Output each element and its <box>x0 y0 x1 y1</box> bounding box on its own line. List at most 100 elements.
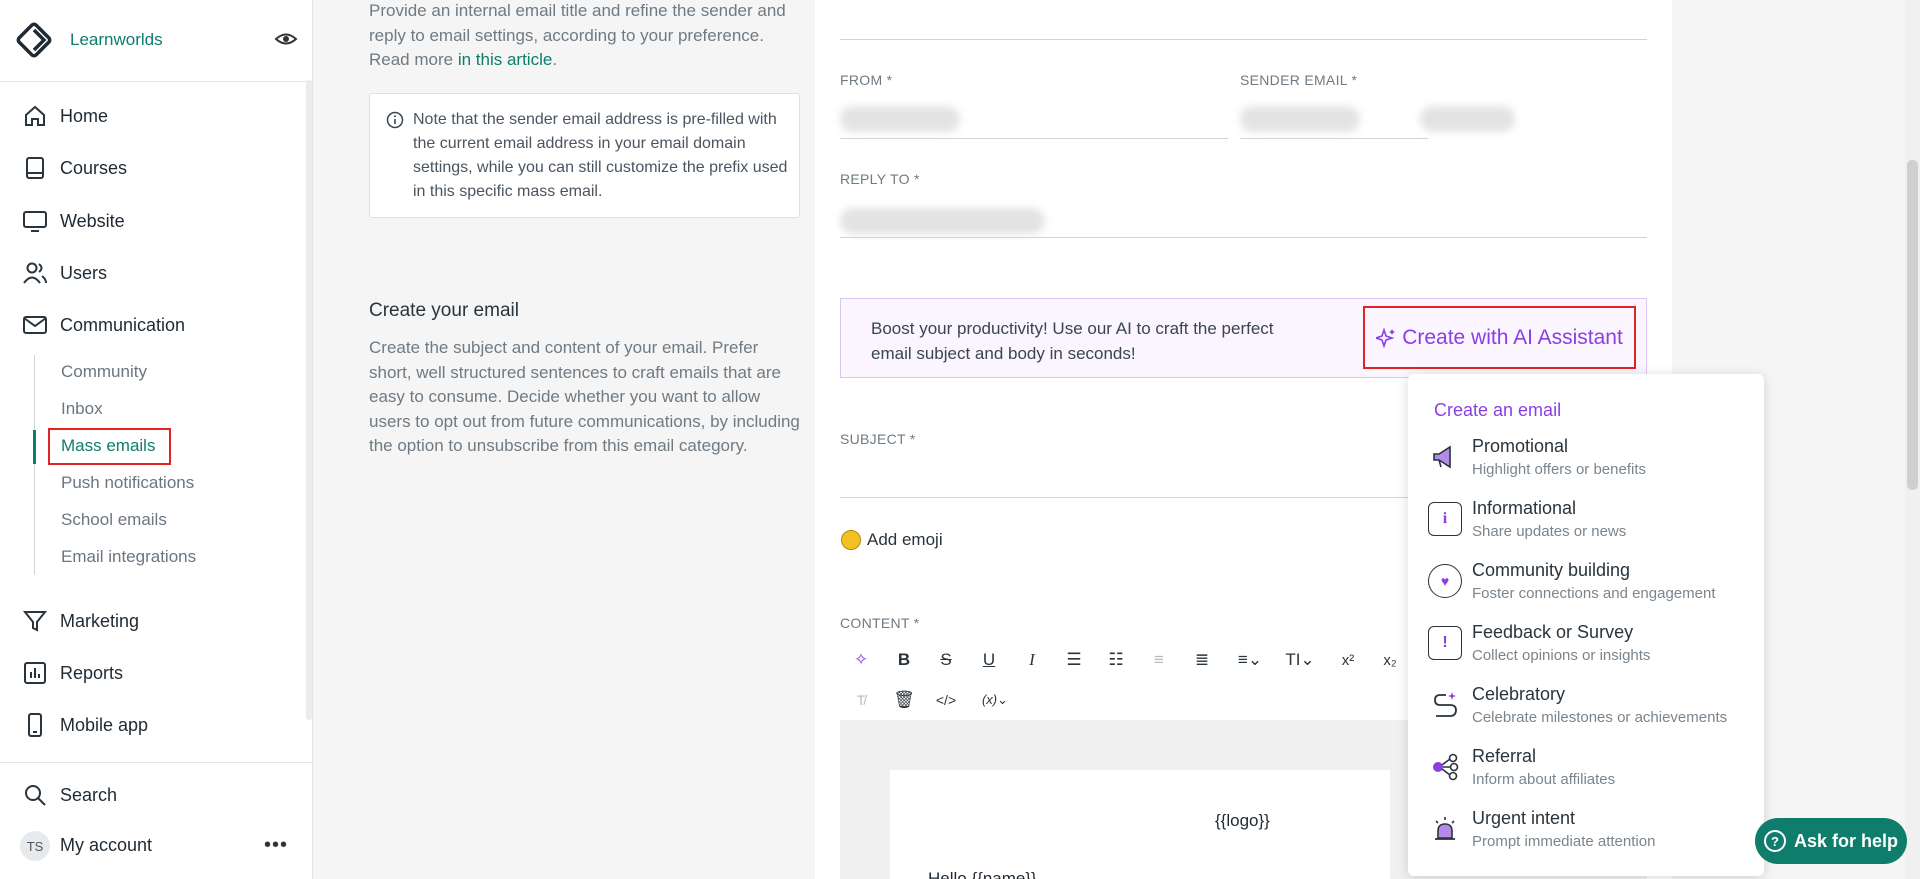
from-label: FROM * <box>840 72 893 88</box>
create-with-ai-button[interactable]: Create with AI Assistant <box>1363 306 1636 369</box>
intro-text: Provide an internal email title and refi… <box>369 0 804 73</box>
underline-icon[interactable]: U <box>975 647 1003 673</box>
sidebar-item-website[interactable]: Website <box>22 208 125 234</box>
code-icon[interactable]: </> <box>932 687 960 713</box>
dropdown-item-community-building[interactable]: ♥ Community building Foster connections … <box>1428 560 1748 616</box>
sidebar-divider <box>0 81 312 82</box>
page-scrollbar[interactable] <box>1907 160 1918 490</box>
superscript-icon[interactable]: x² <box>1334 647 1362 673</box>
dropdown-item-title: Celebratory <box>1472 684 1566 704</box>
content-label: CONTENT * <box>840 615 920 631</box>
indent-icon[interactable]: ≣ <box>1188 647 1216 673</box>
clear-format-icon[interactable]: T̸ <box>847 687 875 713</box>
mail-icon <box>23 316 47 334</box>
community-icon: ♥ <box>1428 564 1462 598</box>
reply-to-field[interactable] <box>840 237 1647 238</box>
sidebar-subitem-inbox[interactable]: Inbox <box>61 399 103 419</box>
strikethrough-icon[interactable]: S <box>932 647 960 673</box>
subject-label: SUBJECT * <box>840 431 916 447</box>
article-link[interactable]: in this article <box>458 50 552 69</box>
dropdown-item-celebratory[interactable]: Celebratory Celebrate milestones or achi… <box>1428 684 1748 740</box>
reply-to-value-blurred <box>840 208 1045 234</box>
dropdown-item-title: Community building <box>1472 560 1631 580</box>
sidebar-item-courses[interactable]: Courses <box>22 155 127 181</box>
info-screen-icon: i <box>1428 502 1462 536</box>
sender-email-field[interactable] <box>1240 138 1428 139</box>
sender-domain-blurred <box>1420 106 1515 132</box>
variable-dropdown-icon[interactable]: (x)⌄ <box>975 687 1015 713</box>
dropdown-item-promotional[interactable]: Promotional Highlight offers or benefits <box>1428 436 1748 492</box>
megaphone-icon <box>1428 440 1462 474</box>
users-icon <box>23 262 47 284</box>
dropdown-item-desc: Celebrate milestones or achievements <box>1472 709 1728 726</box>
subject-field[interactable] <box>840 497 1408 498</box>
dropdown-item-title: Promotional <box>1472 436 1569 456</box>
sidebar-item-label: Home <box>60 105 109 126</box>
bullet-list-icon[interactable]: ☰ <box>1060 647 1088 673</box>
learnworlds-logo-icon <box>16 22 52 58</box>
celebration-icon <box>1428 688 1462 722</box>
eye-icon[interactable] <box>274 30 298 48</box>
trash-icon[interactable]: 🗑 <box>890 687 918 713</box>
email-editor-page[interactable] <box>890 770 1390 879</box>
sidebar-divider <box>0 762 312 763</box>
create-email-dropdown: Create an email Promotional Highlight of… <box>1408 374 1764 876</box>
sidebar-item-home[interactable]: Home <box>22 103 108 129</box>
sidebar-scrollbar[interactable] <box>306 80 312 720</box>
ai-banner-text: Boost your productivity! Use our AI to c… <box>871 319 1274 363</box>
add-emoji-label: Add emoji <box>867 530 943 549</box>
ask-for-help-label: Ask for help <box>1793 830 1899 851</box>
create-with-ai-label: Create with AI Assistant <box>1402 325 1623 349</box>
submenu-line <box>34 355 35 575</box>
monitor-icon <box>23 211 47 232</box>
from-field[interactable] <box>840 138 1228 139</box>
brand[interactable]: Learnworlds <box>16 22 163 58</box>
sidebar-item-communication[interactable]: Communication <box>22 312 185 338</box>
search-icon <box>25 785 46 806</box>
dropdown-header: Create an email <box>1434 400 1562 420</box>
ask-for-help-button[interactable]: ? Ask for help <box>1755 818 1907 864</box>
sidebar-search[interactable]: Search <box>22 782 117 808</box>
subscript-icon[interactable]: x₂ <box>1376 647 1404 673</box>
dropdown-item-feedback-survey[interactable]: ! Feedback or Survey Collect opinions or… <box>1428 622 1748 678</box>
sidebar-subitem-push-notifications[interactable]: Push notifications <box>61 473 194 493</box>
avatar[interactable]: TS <box>20 831 50 861</box>
sidebar-item-label: Website <box>60 210 125 231</box>
info-icon <box>386 111 404 129</box>
sidebar-subitem-email-integrations[interactable]: Email integrations <box>61 547 196 567</box>
dropdown-item-desc: Prompt immediate attention <box>1472 833 1656 850</box>
sparkle-icon <box>1376 327 1396 348</box>
sidebar-item-label: Reports <box>60 662 124 683</box>
bold-icon[interactable]: B <box>890 647 918 673</box>
italic-icon[interactable]: I <box>1018 647 1046 673</box>
text-size-dropdown-icon[interactable]: TI⌄ <box>1280 647 1320 673</box>
more-icon[interactable]: ••• <box>264 835 288 855</box>
dropdown-item-desc: Collect opinions or insights <box>1472 647 1651 664</box>
numbered-list-icon[interactable]: ☷ <box>1102 647 1130 673</box>
dropdown-item-urgent-intent[interactable]: Urgent intent Prompt immediate attention <box>1428 808 1748 864</box>
sidebar-item-label: Communication <box>60 314 186 335</box>
logo-placeholder: {{logo}} <box>1215 811 1270 830</box>
align-dropdown-icon[interactable]: ≡⌄ <box>1230 647 1270 673</box>
sender-email-label: SENDER EMAIL * <box>1240 72 1358 88</box>
intro-text-suffix: . <box>552 50 558 69</box>
chart-icon <box>24 662 46 684</box>
my-account[interactable]: My account <box>60 832 152 858</box>
dropdown-item-title: Informational <box>1472 498 1577 518</box>
dropdown-item-title: Referral <box>1472 746 1537 766</box>
sidebar-item-reports[interactable]: Reports <box>22 660 123 686</box>
dropdown-item-informational[interactable]: i Informational Share updates or news <box>1428 498 1748 554</box>
sidebar-item-mobile-app[interactable]: Mobile app <box>22 712 148 738</box>
brand-name: Learnworlds <box>70 30 163 49</box>
sidebar-subitem-school-emails[interactable]: School emails <box>61 510 167 530</box>
sidebar-subitem-community[interactable]: Community <box>61 362 147 382</box>
feedback-icon: ! <box>1428 626 1462 660</box>
add-emoji-button[interactable]: Add emoji <box>841 530 943 550</box>
ai-sparkle-icon[interactable]: ✧ <box>847 647 875 673</box>
sidebar-item-users[interactable]: Users <box>22 260 107 286</box>
intro-text-body: Provide an internal email title and refi… <box>369 1 786 69</box>
dropdown-item-referral[interactable]: Referral Inform about affiliates <box>1428 746 1748 802</box>
alarm-icon <box>1428 812 1462 846</box>
sidebar-item-marketing[interactable]: Marketing <box>22 608 139 634</box>
outdent-icon[interactable]: ≡ <box>1145 647 1173 673</box>
